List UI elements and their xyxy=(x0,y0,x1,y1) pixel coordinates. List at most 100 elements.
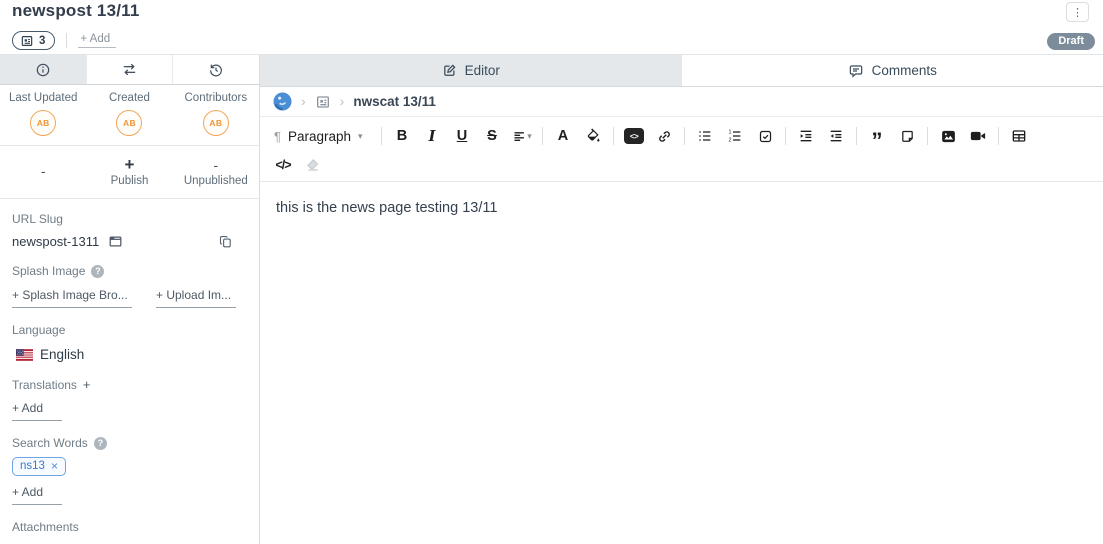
outdent-icon xyxy=(828,128,844,144)
status-badge: Draft xyxy=(1047,33,1095,50)
align-button[interactable]: ▾ xyxy=(507,124,537,148)
numbered-list-button[interactable]: 1 2 xyxy=(720,124,750,148)
rich-text-toolbar: ¶ Paragraph ▾ B I U S ▾ xyxy=(260,117,1103,182)
url-slug-label: URL Slug xyxy=(12,212,247,226)
url-slug-value: newspost-1311 xyxy=(12,234,99,249)
code-block-button[interactable]: <> xyxy=(619,124,649,148)
highlight-color-button[interactable] xyxy=(578,124,608,148)
bold-button[interactable]: B xyxy=(387,124,417,148)
breadcrumb-category[interactable]: nwscat 13/11 xyxy=(353,94,436,109)
code-view-icon: </> xyxy=(275,158,290,172)
splash-image-upload-button[interactable]: + Upload Im... xyxy=(156,288,236,308)
underline-button[interactable]: U xyxy=(447,124,477,148)
publish-state: + Publish xyxy=(86,153,172,190)
newspaper-icon[interactable] xyxy=(315,94,331,110)
tab-comments[interactable]: Comments xyxy=(682,55,1103,86)
chevron-right-icon: › xyxy=(340,94,345,110)
tab-editor-label: Editor xyxy=(465,63,500,78)
page-title: newspost 13/11 xyxy=(12,1,140,21)
editor-paragraph[interactable]: this is the news page testing 13/11 xyxy=(276,200,1087,216)
contributors-avatar: AB xyxy=(203,110,229,136)
align-left-icon xyxy=(512,129,527,144)
help-icon[interactable]: ? xyxy=(91,265,104,278)
image-icon xyxy=(940,128,957,145)
sidebar-tabs xyxy=(0,55,259,85)
publish-value: + xyxy=(125,157,135,173)
page-header: newspost 13/11 3 + Add ⋮ Draft xyxy=(0,0,1103,55)
search-words-add-button[interactable]: + Add xyxy=(12,485,62,505)
history-icon xyxy=(208,62,224,78)
paragraph-format-dropdown[interactable]: ¶ Paragraph ▾ xyxy=(268,129,376,144)
remove-format-button[interactable] xyxy=(298,153,328,177)
translations-add-button[interactable]: + Add xyxy=(12,401,62,421)
insert-video-button[interactable] xyxy=(963,124,993,148)
search-word-tag[interactable]: ns13 × xyxy=(12,457,66,476)
attachments-field: Attachments + Add xyxy=(12,520,247,544)
attachments-label: Attachments xyxy=(12,520,247,534)
splash-image-label: Splash Image xyxy=(12,264,85,278)
link-button[interactable] xyxy=(649,124,679,148)
tab-editor[interactable]: Editor xyxy=(260,55,682,86)
translations-plus-button[interactable]: + xyxy=(83,377,91,392)
chevron-down-icon: ▾ xyxy=(527,131,532,142)
created-avatar: AB xyxy=(116,110,142,136)
bullet-list-button[interactable] xyxy=(690,124,720,148)
unpublished-sub: Unpublished xyxy=(184,175,248,187)
insert-image-button[interactable] xyxy=(933,124,963,148)
remove-tag-icon[interactable]: × xyxy=(51,459,58,473)
checklist-icon xyxy=(758,129,773,144)
contributors-col: Contributors AB xyxy=(173,92,259,136)
edit-icon xyxy=(442,63,457,78)
site-logo-icon[interactable] xyxy=(273,92,292,111)
chevron-down-icon: ▾ xyxy=(358,131,363,142)
versions-pill[interactable]: 3 xyxy=(12,31,55,50)
splash-image-browse-button[interactable]: + Splash Image Bro... xyxy=(12,288,132,308)
newspaper-icon xyxy=(20,34,34,48)
unpublished-value: - xyxy=(213,157,218,173)
code-view-button[interactable]: </> xyxy=(268,153,298,177)
italic-button[interactable]: I xyxy=(417,124,447,148)
search-words-label: Search Words xyxy=(12,436,88,450)
chevron-right-icon: › xyxy=(301,94,306,110)
quote-icon: ” xyxy=(872,126,883,146)
header-add-button[interactable]: + Add xyxy=(78,33,116,48)
header-actions: 3 + Add xyxy=(12,31,116,50)
font-color-button[interactable]: A xyxy=(548,124,578,148)
indent-button[interactable] xyxy=(791,124,821,148)
kebab-menu-button[interactable]: ⋮ xyxy=(1066,2,1089,22)
video-camera-icon xyxy=(969,127,987,145)
insert-table-button[interactable] xyxy=(1004,124,1034,148)
tag-text: ns13 xyxy=(20,460,45,472)
svg-text:2: 2 xyxy=(728,137,731,143)
last-updated-col: Last Updated AB xyxy=(0,92,86,136)
last-updated-avatar: AB xyxy=(30,110,56,136)
copy-icon[interactable] xyxy=(218,234,233,249)
svg-text:1: 1 xyxy=(728,130,731,136)
translations-label: Translations xyxy=(12,378,77,392)
tab-workflow[interactable] xyxy=(86,55,173,84)
rich-text-editor[interactable]: this is the news page testing 13/11 xyxy=(260,182,1103,544)
pilcrow-icon: ¶ xyxy=(274,129,281,144)
language-selector[interactable]: English xyxy=(12,347,247,362)
checklist-button[interactable] xyxy=(750,124,780,148)
breadcrumb: › › nwscat 13/11 xyxy=(260,87,1103,117)
header-divider xyxy=(66,33,67,48)
blockquote-button[interactable]: ” xyxy=(862,124,892,148)
last-updated-label: Last Updated xyxy=(9,92,77,104)
outdent-button[interactable] xyxy=(821,124,851,148)
language-label: Language xyxy=(12,323,247,337)
bullet-list-icon xyxy=(697,128,713,144)
open-window-icon[interactable] xyxy=(108,234,123,249)
tab-info[interactable] xyxy=(0,55,86,84)
sticky-note-button[interactable] xyxy=(892,124,922,148)
tab-comments-label: Comments xyxy=(872,63,937,78)
help-icon[interactable]: ? xyxy=(94,437,107,450)
updated-state: - xyxy=(0,153,86,190)
info-icon xyxy=(35,62,51,78)
created-label: Created xyxy=(109,92,150,104)
indent-icon xyxy=(798,128,814,144)
contributors-label: Contributors xyxy=(185,92,248,104)
unpublished-state: - Unpublished xyxy=(173,153,259,190)
strikethrough-button[interactable]: S xyxy=(477,124,507,148)
tab-history[interactable] xyxy=(172,55,259,84)
